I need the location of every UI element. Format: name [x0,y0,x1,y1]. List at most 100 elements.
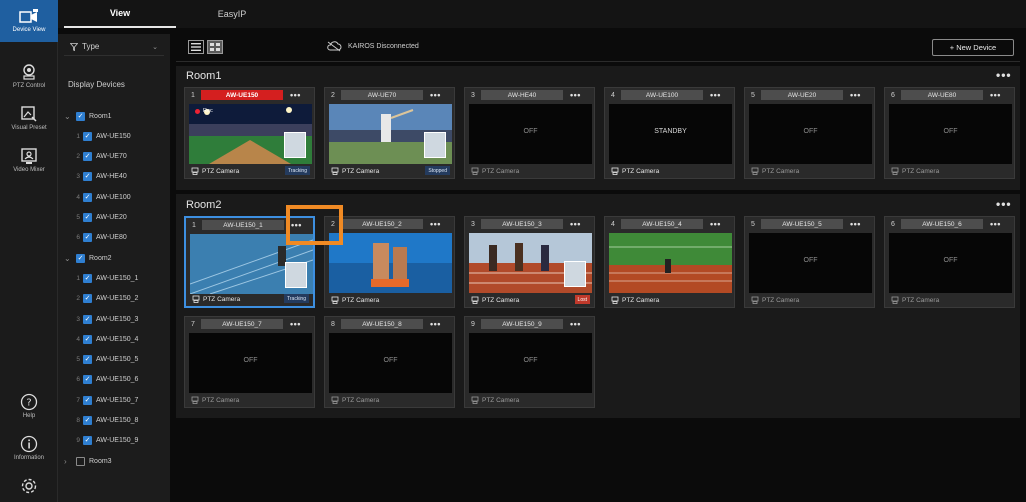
camera-preview[interactable]: Rec [189,104,312,164]
camera-card[interactable]: 4 AW-UE150_4 ••• PTZ Camera [604,216,735,308]
ptz-control-icon [23,64,35,80]
camera-preview[interactable]: OFF [469,104,592,164]
card-menu-button[interactable]: ••• [710,90,721,100]
camera-preview[interactable]: OFF [749,104,872,164]
group-checkbox[interactable]: ✓ [76,253,85,263]
tree-device-item[interactable]: 6 ✓ AW-UE150_6 [70,372,138,388]
device-checkbox[interactable]: ✓ [83,273,92,283]
card-menu-button[interactable]: ••• [570,219,581,229]
device-checkbox[interactable]: ✓ [83,436,92,446]
device-checkbox[interactable]: ✓ [83,334,92,344]
tree-device-item[interactable]: 5 ✓ AW-UE150_5 [70,352,138,368]
tree-device-item[interactable]: 2 ✓ AW-UE70 [70,149,127,165]
tree-device-item[interactable]: 8 ✓ AW-UE150_8 [70,413,138,429]
card-menu-button[interactable]: ••• [570,90,581,100]
camera-card[interactable]: 6 AW-UE80 ••• OFF PTZ Camera [884,87,1015,179]
tree-device-item[interactable]: 9 ✓ AW-UE150_9 [70,433,138,449]
camera-preview[interactable]: OFF [469,333,592,393]
card-menu-button[interactable]: ••• [990,90,1001,100]
device-checkbox[interactable]: ✓ [83,233,92,243]
rail-visual-preset[interactable]: Visual Preset [0,97,58,139]
device-checkbox[interactable]: ✓ [83,294,92,304]
group-checkbox[interactable] [76,456,85,466]
device-checkbox[interactable]: ✓ [83,213,92,222]
device-checkbox[interactable]: ✓ [83,192,92,202]
device-checkbox[interactable]: ✓ [83,152,92,162]
camera-preview[interactable]: OFF [889,104,1012,164]
device-checkbox[interactable]: ✓ [83,314,92,324]
group-checkbox[interactable]: ✓ [76,111,85,121]
camera-preview[interactable] [190,234,313,294]
tree-group-room1[interactable]: ⌄ ✓ Room1 [64,108,112,124]
tree-group-room3[interactable]: › Room3 [64,453,112,469]
camera-preview[interactable]: OFF [329,333,452,393]
card-menu-button[interactable]: ••• [430,90,441,100]
card-menu-button[interactable]: ••• [850,90,861,100]
camera-card[interactable]: 5 AW-UE20 ••• OFF PTZ Camera [744,87,875,179]
tree-device-item[interactable]: 2 ✓ AW-UE150_2 [70,291,138,307]
rail-settings[interactable] [0,465,58,502]
device-checkbox[interactable]: ✓ [83,375,92,385]
camera-preview[interactable] [609,233,732,293]
camera-preview[interactable] [469,233,592,293]
tab-easyip[interactable]: EasyIP [176,0,288,28]
rail-information[interactable]: Information [0,427,58,469]
new-device-button[interactable]: + New Device [932,39,1014,56]
camera-card[interactable]: 4 AW-UE100 ••• STANDBY PTZ Camera [604,87,735,179]
camera-card[interactable]: 2 AW-UE70 ••• PTZ Camera Stopped [324,87,455,179]
camera-card[interactable]: 1 AW-UE150_1 ••• PTZ Camera Tracking [184,216,315,308]
card-menu-button[interactable]: ••• [710,219,721,229]
grid-view-button[interactable] [207,40,223,54]
card-menu-button[interactable]: ••• [290,319,301,329]
card-menu-button[interactable]: ••• [570,319,581,329]
tree-device-item[interactable]: 3 ✓ AW-HE40 [70,169,127,185]
chevron-down-icon[interactable]: ⌄ [64,112,76,121]
camera-preview[interactable]: STANDBY [609,104,732,164]
rail-device-view[interactable]: Device View [0,0,58,42]
camera-preview[interactable]: OFF [889,233,1012,293]
tree-device-item[interactable]: 4 ✓ AW-UE100 [70,189,131,205]
card-menu-button[interactable]: ••• [291,220,302,230]
tree-device-item[interactable]: 1 ✓ AW-UE150 [70,128,131,144]
camera-card[interactable]: 3 AW-UE150_3 ••• PTZ Camera Lost [464,216,595,308]
card-menu-button[interactable]: ••• [990,219,1001,229]
type-filter-dropdown[interactable]: Type ⌄ [64,38,164,56]
tab-view[interactable]: View [64,0,176,28]
list-view-button[interactable] [188,40,204,54]
tree-device-item[interactable]: 6 ✓ AW-UE80 [70,230,127,246]
camera-preview[interactable]: OFF [189,333,312,393]
chevron-down-icon[interactable]: ⌄ [64,254,76,263]
rail-video-mixer[interactable]: Video Mixer [0,139,58,181]
device-checkbox[interactable]: ✓ [83,416,92,425]
device-checkbox[interactable]: ✓ [83,172,92,182]
tree-device-item[interactable]: 4 ✓ AW-UE150_4 [70,331,138,347]
rail-help[interactable]: ? Help [0,385,58,427]
tree-group-room2[interactable]: ⌄ ✓ Room2 [64,250,112,266]
camera-card[interactable]: 7 AW-UE150_7 ••• OFF PTZ Camera [184,316,315,408]
tree-device-item[interactable]: 1 ✓ AW-UE150_1 [70,270,138,286]
tree-device-item[interactable]: 5 ✓ AW-UE20 [70,210,127,226]
room2-menu-button[interactable]: ••• [996,197,1012,211]
camera-card[interactable]: 6 AW-UE150_6 ••• OFF PTZ Camera [884,216,1015,308]
chevron-right-icon[interactable]: › [64,457,76,466]
rail-ptz-control[interactable]: PTZ Control [0,55,58,97]
camera-card[interactable]: 3 AW-HE40 ••• OFF PTZ Camera [464,87,595,179]
camera-card[interactable]: 5 AW-UE150_5 ••• OFF PTZ Camera [744,216,875,308]
card-menu-button[interactable]: ••• [430,219,441,229]
room1-menu-button[interactable]: ••• [996,68,1012,82]
card-menu-button[interactable]: ••• [850,219,861,229]
device-checkbox[interactable]: ✓ [83,131,92,141]
tree-device-item[interactable]: 3 ✓ AW-UE150_3 [70,311,138,327]
camera-preview[interactable] [329,233,452,293]
camera-preview[interactable]: OFF [749,233,872,293]
camera-card[interactable]: 2 AW-UE150_2 ••• PTZ Camera [324,216,455,308]
camera-card[interactable]: 8 AW-UE150_8 ••• OFF PTZ Camera [324,316,455,408]
card-menu-button[interactable]: ••• [290,90,301,100]
device-checkbox[interactable]: ✓ [83,395,92,405]
camera-card[interactable]: 9 AW-UE150_9 ••• OFF PTZ Camera [464,316,595,408]
camera-preview[interactable] [329,104,452,164]
camera-card[interactable]: 1 AW-UE150 ••• Rec PTZ Camera Tracking [184,87,315,179]
card-menu-button[interactable]: ••• [430,319,441,329]
tree-device-item[interactable]: 7 ✓ AW-UE150_7 [70,392,138,408]
device-checkbox[interactable]: ✓ [83,355,92,365]
